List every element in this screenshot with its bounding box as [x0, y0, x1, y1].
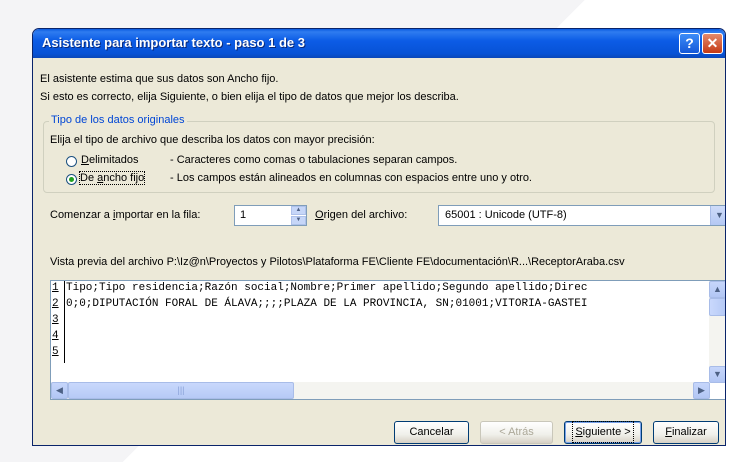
- scroll-right-icon[interactable]: ▶: [693, 382, 710, 399]
- title-bar[interactable]: Asistente para importar texto - paso 1 d…: [33, 29, 725, 58]
- import-text-wizard-dialog: Asistente para importar texto - paso 1 d…: [32, 28, 726, 446]
- group-legend: Tipo de los datos originales: [49, 114, 187, 126]
- intro-line-2: Si esto es correcto, elija Siguiente, o …: [40, 91, 459, 103]
- preview-line: Tipo;Tipo residencia;Razón social;Nombre…: [66, 282, 588, 294]
- close-button[interactable]: ✕: [702, 33, 723, 54]
- scroll-left-icon[interactable]: ◀: [51, 382, 68, 399]
- spin-up-icon[interactable]: ▲: [291, 206, 306, 215]
- vertical-scroll-thumb[interactable]: [709, 298, 725, 316]
- row-number: 3: [52, 314, 59, 326]
- scroll-down-icon[interactable]: ▼: [709, 366, 725, 383]
- origin-select[interactable]: 65001 : Unicode (UTF-8) ▼: [438, 205, 725, 226]
- intro-line-1: El asistente estima que sus datos son An…: [40, 73, 279, 85]
- start-row-label: Comenzar a importar en la fila:: [50, 209, 201, 221]
- horizontal-scrollbar[interactable]: ◀ ||| ▶: [51, 382, 710, 399]
- help-icon: ?: [685, 35, 694, 51]
- radio-fixed-width-description: - Los campos están alineados en columnas…: [170, 172, 532, 184]
- spinner-buttons: ▲ ▼: [291, 206, 306, 225]
- row-numbers: 1 2 3 4 5: [51, 281, 65, 363]
- radio-delimited[interactable]: [66, 156, 77, 167]
- vertical-scrollbar[interactable]: ▲ ▼: [709, 281, 725, 383]
- file-preview[interactable]: 1 2 3 4 5 Tipo;Tipo residencia;Razón soc…: [50, 280, 725, 400]
- row-number: 2: [52, 298, 59, 310]
- back-button[interactable]: < Atrás: [480, 421, 553, 444]
- radio-fixed-width-label[interactable]: De ancho fijo: [78, 171, 146, 185]
- row-number: 4: [52, 330, 59, 342]
- start-row-value: 1: [240, 209, 247, 221]
- row-number: 5: [52, 346, 59, 358]
- horizontal-scroll-thumb[interactable]: |||: [68, 382, 294, 399]
- preview-label: Vista previa del archivo P:\Iz@n\Proyect…: [50, 256, 625, 268]
- finish-button[interactable]: Finalizar: [653, 421, 719, 444]
- scroll-up-icon[interactable]: ▲: [709, 281, 725, 298]
- chevron-down-icon[interactable]: ▼: [710, 206, 725, 225]
- radio-delimited-description: - Caracteres como comas o tabulaciones s…: [170, 154, 458, 166]
- radio-delimited-label[interactable]: Delimitados: [81, 154, 138, 166]
- help-button[interactable]: ?: [679, 33, 700, 54]
- cancel-button[interactable]: Cancelar: [394, 421, 469, 444]
- spin-down-icon[interactable]: ▼: [291, 216, 306, 225]
- preview-line: 0;0;DIPUTACIÓN FORAL DE ÁLAVA;;;;PLAZA D…: [66, 298, 588, 310]
- radio-fixed-width[interactable]: [66, 174, 77, 185]
- window-title: Asistente para importar texto - paso 1 d…: [42, 35, 305, 50]
- next-button[interactable]: Siguiente >: [564, 421, 642, 444]
- group-prompt: Elija el tipo de archivo que describa lo…: [50, 134, 375, 146]
- row-number: 1: [52, 282, 59, 294]
- close-icon: ✕: [706, 35, 719, 51]
- origin-value: 65001 : Unicode (UTF-8): [445, 209, 567, 221]
- start-row-spinner[interactable]: 1 ▲ ▼: [234, 205, 307, 226]
- origin-label: Origen del archivo:: [315, 209, 408, 221]
